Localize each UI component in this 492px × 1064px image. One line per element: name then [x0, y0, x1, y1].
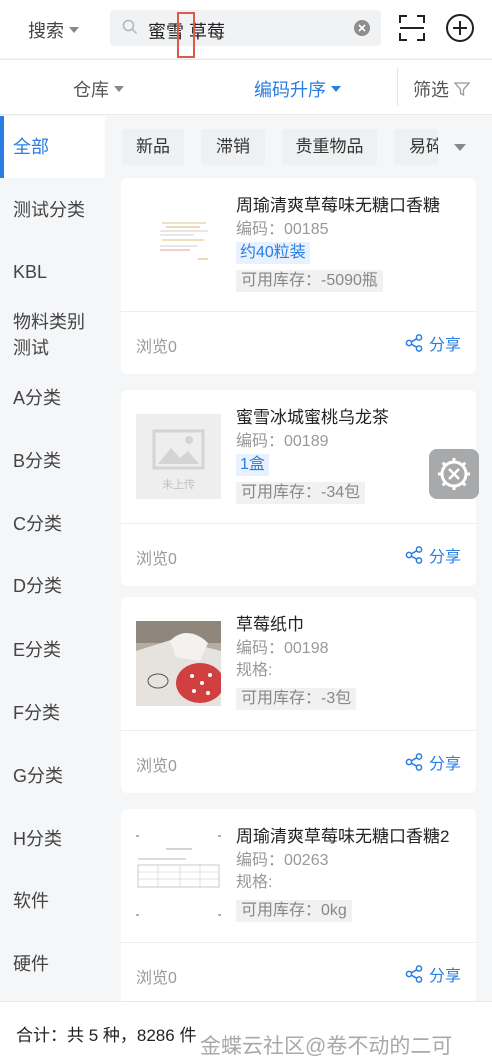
- clear-icon[interactable]: [353, 19, 371, 37]
- product-card[interactable]: 未上传 蜜雪冰城蜜桃乌龙茶 编码：00189 1盒 可用库存：-34包 浏览0 …: [121, 390, 476, 586]
- view-count: 浏览0: [136, 339, 177, 356]
- product-code: 编码：00198: [236, 640, 329, 657]
- chevron-down-icon: [331, 86, 341, 92]
- product-name: 周瑜清爽草莓味无糖口香糖: [236, 196, 440, 215]
- view-count: 浏览0: [136, 758, 177, 775]
- available-stock: 可用库存：-3包: [236, 688, 357, 710]
- chevron-down-icon: [69, 27, 79, 33]
- warehouse-dropdown[interactable]: 仓库: [73, 76, 124, 102]
- share-icon: [405, 546, 423, 564]
- sidebar-item-c[interactable]: C分类: [0, 511, 105, 537]
- product-image: [136, 202, 221, 287]
- sidebar-item-f[interactable]: F分类: [0, 700, 105, 726]
- product-code: 编码：00185: [236, 221, 329, 238]
- product-code: 编码：00263: [236, 852, 329, 869]
- search-scope-dropdown[interactable]: 搜索: [28, 17, 79, 43]
- sidebar-item-a[interactable]: A分类: [0, 385, 105, 411]
- product-name: 蜜雪冰城蜜桃乌龙茶: [236, 408, 389, 427]
- share-icon: [405, 753, 423, 771]
- product-spec-label: 规格:: [236, 662, 273, 679]
- divider: [121, 311, 476, 312]
- tissue-photo-icon: [136, 621, 221, 706]
- product-spec: 1盒: [236, 454, 269, 476]
- gear-icon: [438, 458, 470, 490]
- sidebar-item-b[interactable]: B分类: [0, 448, 105, 474]
- product-name: 周瑜清爽草莓味无糖口香糖2: [236, 827, 450, 846]
- share-label: 分享: [428, 337, 461, 354]
- search-bar: 搜索 蜜雪 草莓: [0, 0, 492, 58]
- placeholder-text: 未上传: [162, 479, 195, 491]
- share-icon: [405, 965, 423, 983]
- product-list: 新品 滞销 贵重物品 易碎 周瑜清爽草莓味无糖口香糖 编码：00185 约40粒…: [105, 116, 492, 1001]
- add-icon[interactable]: [445, 13, 475, 43]
- filter-button[interactable]: 筛选: [413, 76, 470, 102]
- divider: [121, 523, 476, 524]
- floating-settings-button[interactable]: [429, 449, 479, 499]
- funnel-icon: [454, 82, 470, 97]
- available-stock: 可用库存：-5090瓶: [236, 270, 383, 292]
- sidebar-item-h[interactable]: H分类: [0, 826, 105, 852]
- total-summary: 合计：共 5 种，8286 件: [16, 1026, 197, 1045]
- share-label: 分享: [428, 549, 461, 566]
- sidebar-item-e[interactable]: E分类: [0, 637, 105, 663]
- tag-slow-moving[interactable]: 滞销: [201, 129, 265, 165]
- sidebar-item-software[interactable]: 软件: [0, 888, 105, 914]
- share-label: 分享: [428, 756, 461, 773]
- text-cursor-highlight: [177, 12, 195, 58]
- available-stock: 可用库存：-34包: [236, 482, 366, 504]
- product-card[interactable]: 周瑜清爽草莓味无糖口香糖2 编码：00263 规格: 可用库存：0kg 浏览0 …: [121, 809, 476, 1001]
- chevron-down-icon: [114, 86, 124, 92]
- footer-summary: 合计：共 5 种，8286 件 金蝶云社区@卷不动的二可: [0, 1001, 492, 1064]
- sort-label: 编码升序: [254, 80, 326, 100]
- tag-bar: 新品 滞销 贵重物品 易碎: [105, 116, 492, 178]
- divider: [397, 68, 398, 106]
- divider: [121, 942, 476, 943]
- product-spec-label: 规格:: [236, 874, 273, 891]
- tag-valuables[interactable]: 贵重物品: [282, 129, 377, 165]
- product-card[interactable]: 草莓纸巾 编码：00198 规格: 可用库存：-3包 浏览0 分享: [121, 597, 476, 793]
- search-scope-label: 搜索: [28, 21, 64, 41]
- tag-new[interactable]: 新品: [122, 129, 184, 165]
- sidebar-item-g[interactable]: G分类: [0, 763, 105, 789]
- product-image-placeholder: 未上传: [136, 414, 221, 499]
- product-name: 草莓纸巾: [236, 615, 304, 634]
- product-image: [136, 833, 221, 918]
- filter-bar: 仓库 编码升序 筛选: [0, 59, 492, 115]
- view-count: 浏览0: [136, 970, 177, 987]
- divider: [121, 730, 476, 731]
- tag-fragile[interactable]: 易碎: [394, 129, 438, 165]
- share-label: 分享: [428, 968, 461, 985]
- filter-label: 筛选: [413, 80, 449, 100]
- sidebar-item-hardware[interactable]: 硬件: [0, 951, 105, 977]
- search-icon: [122, 19, 138, 35]
- share-button[interactable]: 分享: [405, 750, 461, 774]
- share-button[interactable]: 分享: [405, 962, 461, 986]
- document-thumbnail-icon: [160, 222, 208, 260]
- product-spec: 约40粒装: [236, 242, 310, 264]
- product-card[interactable]: 周瑜清爽草莓味无糖口香糖 编码：00185 约40粒装 可用库存：-5090瓶 …: [121, 178, 476, 374]
- share-button[interactable]: 分享: [405, 331, 461, 355]
- sidebar-item-material-test[interactable]: 物料类别测试: [0, 309, 105, 361]
- available-stock: 可用库存：0kg: [236, 900, 352, 922]
- sidebar-item-test-category[interactable]: 测试分类: [0, 197, 105, 223]
- product-image: [136, 621, 221, 706]
- sidebar-item-kbl[interactable]: KBL: [0, 259, 105, 285]
- sidebar-item-all[interactable]: 全部: [0, 116, 105, 178]
- watermark: 金蝶云社区@卷不动的二可: [200, 1035, 453, 1058]
- view-count: 浏览0: [136, 551, 177, 568]
- share-icon: [405, 334, 423, 352]
- sidebar-item-d[interactable]: D分类: [0, 573, 105, 599]
- search-input[interactable]: 蜜雪 草莓: [110, 10, 381, 58]
- scan-icon[interactable]: [398, 14, 426, 42]
- category-sidebar: 全部 测试分类 KBL 物料类别测试 A分类 B分类 C分类 D分类 E分类 F…: [0, 116, 105, 1001]
- document-table-icon: [136, 835, 221, 916]
- share-button[interactable]: 分享: [405, 543, 461, 567]
- chevron-down-icon[interactable]: [454, 144, 466, 151]
- warehouse-label: 仓库: [73, 80, 109, 100]
- sort-dropdown[interactable]: 编码升序: [254, 76, 341, 102]
